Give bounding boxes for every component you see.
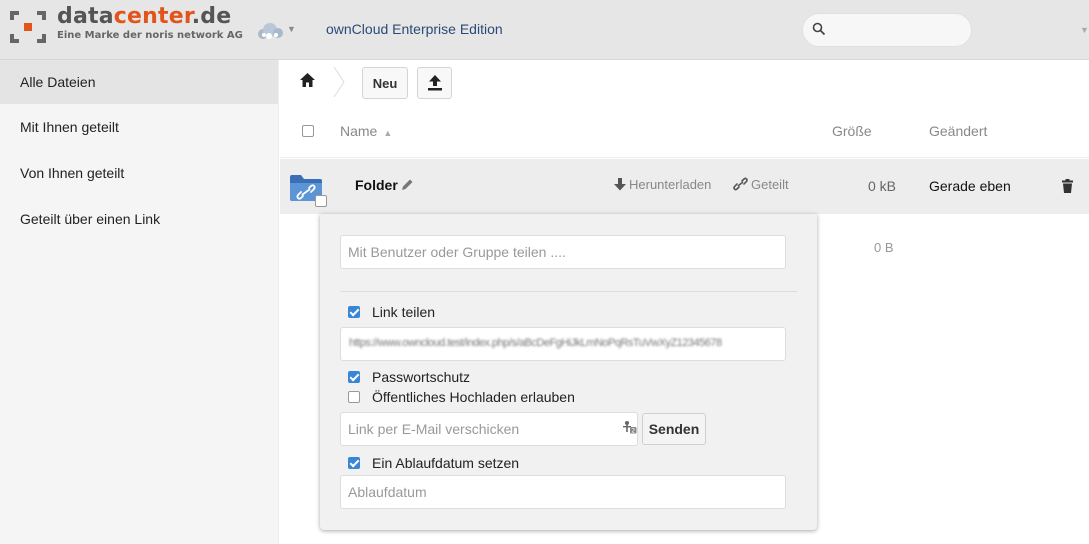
user-menu-caret-icon[interactable]: ▼ — [1080, 25, 1089, 35]
logo-part-data: data — [57, 4, 114, 29]
expire-date-input[interactable] — [340, 475, 786, 509]
select-all-checkbox[interactable] — [302, 125, 314, 137]
email-link-input[interactable] — [340, 412, 638, 446]
controls-bar: Neu — [280, 60, 1089, 104]
new-button[interactable]: Neu — [362, 67, 408, 99]
upload-icon — [428, 75, 442, 91]
app-menu-caret-icon[interactable]: ▼ — [287, 24, 296, 34]
search-box[interactable] — [802, 13, 972, 47]
password-protect-option[interactable]: Passwortschutz — [348, 369, 470, 385]
column-header-name[interactable]: Name ▲ — [340, 123, 392, 139]
delete-trash-icon[interactable] — [1062, 179, 1073, 193]
breadcrumb-separator-icon — [333, 66, 345, 98]
home-icon[interactable] — [299, 72, 316, 88]
table-row[interactable]: Folder Herunterladen Geteilt 0 kB Gerade… — [280, 159, 1089, 214]
link-share-label: Link teilen — [372, 304, 436, 320]
password-protect-checkbox[interactable] — [348, 371, 360, 383]
share-link-field[interactable]: https://www.owncloud.test/index.php/s/aB… — [340, 327, 786, 361]
column-header-modified[interactable]: Geändert — [929, 123, 987, 139]
link-icon — [733, 177, 748, 191]
total-size-summary: 0 B — [874, 240, 894, 255]
file-table-header: Name ▲ Größe Geändert — [280, 104, 1089, 158]
top-header: datacenter.de Eine Marke der noris netwo… — [0, 0, 1089, 60]
sidebar: Alle Dateien Mit Ihnen geteilt Von Ihnen… — [0, 60, 279, 544]
logo-part-center: center — [113, 4, 192, 29]
public-upload-option[interactable]: Öffentliches Hochladen erlauben — [348, 389, 575, 405]
expire-date-label: Ein Ablaufdatum setzen — [372, 455, 520, 471]
column-header-size[interactable]: Größe — [832, 123, 872, 139]
logo-part-tld: .de — [191, 4, 232, 29]
share-link-url: https://www.owncloud.test/index.php/s/aB… — [349, 337, 722, 349]
share-label: Geteilt — [751, 177, 789, 192]
public-upload-checkbox[interactable] — [348, 391, 360, 403]
search-icon — [812, 22, 826, 36]
share-divider — [340, 291, 797, 292]
password-protect-label: Passwortschutz — [372, 369, 471, 385]
file-size: 0 kB — [868, 178, 897, 194]
upload-button[interactable] — [417, 67, 452, 99]
share-action[interactable]: Geteilt — [733, 177, 789, 192]
rename-pencil-icon[interactable] — [400, 178, 414, 192]
file-name[interactable]: Folder — [355, 177, 398, 193]
owncloud-logo-icon[interactable] — [255, 21, 285, 41]
sort-ascending-icon: ▲ — [383, 128, 393, 138]
public-upload-label: Öffentliches Hochladen erlauben — [372, 389, 575, 405]
svg-text:2: 2 — [631, 428, 635, 434]
sidebar-item-shared-by-link[interactable]: Geteilt über einen Link — [0, 196, 278, 242]
send-button[interactable]: Senden — [642, 413, 706, 445]
sidebar-item-shared-with-you[interactable]: Mit Ihnen geteilt — [0, 104, 278, 150]
link-share-checkbox[interactable] — [348, 306, 360, 318]
logo-title: datacenter.de — [57, 5, 243, 29]
search-input[interactable] — [835, 20, 965, 40]
sidebar-item-all-files[interactable]: Alle Dateien — [0, 60, 278, 104]
expire-date-checkbox[interactable] — [348, 457, 360, 469]
link-share-option[interactable]: Link teilen — [348, 304, 435, 320]
download-action[interactable]: Herunterladen — [614, 177, 711, 192]
sidebar-item-shared-by-you[interactable]: Von Ihnen geteilt — [0, 150, 278, 196]
download-icon — [614, 178, 626, 191]
logo-text: datacenter.de Eine Marke der noris netwo… — [57, 5, 243, 42]
contacts-autocomplete-icon[interactable]: 2 — [623, 420, 637, 434]
app-name[interactable]: ownCloud Enterprise Edition — [326, 21, 503, 37]
file-modified: Gerade eben — [929, 178, 1011, 194]
download-label: Herunterladen — [629, 177, 712, 192]
column-header-name-label: Name — [340, 123, 378, 139]
share-with-user-input[interactable] — [340, 235, 786, 269]
datacenter-logo-icon — [10, 11, 46, 43]
share-dropdown: Link teilen https://www.owncloud.test/in… — [320, 214, 817, 530]
logo-subtitle: Eine Marke der noris network AG — [57, 30, 243, 41]
row-checkbox[interactable] — [315, 195, 327, 207]
expire-date-option[interactable]: Ein Ablaufdatum setzen — [348, 455, 519, 471]
